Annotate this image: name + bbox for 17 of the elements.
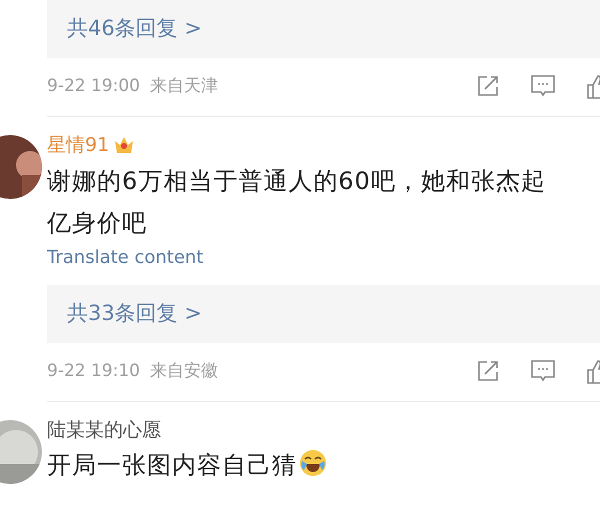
translate-link[interactable]: Translate content (47, 246, 204, 268)
crown-icon (113, 135, 136, 156)
comment-icon[interactable] (530, 358, 556, 382)
share-icon[interactable] (476, 74, 500, 98)
username[interactable]: 星情91 (47, 131, 110, 160)
share-icon[interactable] (476, 358, 500, 382)
comment-text: 开局一张图内容自己猜 (47, 444, 327, 486)
comment-location: 来自安徽 (150, 360, 218, 383)
comment-time: 9-22 19:00 (47, 75, 140, 98)
replies-link[interactable]: 共46条回复 > (67, 13, 202, 45)
replies-link[interactable]: 共33条回复 > (67, 298, 202, 330)
comment-text: 谢娜的6万相当于普通人的60吧，她和张杰起 (47, 166, 546, 196)
comment-time: 9-22 19:10 (47, 360, 140, 383)
comment-text: 亿身价吧 (47, 208, 148, 238)
username[interactable]: 陆某某的心愿 (47, 416, 161, 444)
comment-location: 来自天津 (150, 75, 218, 98)
comment-icon[interactable] (530, 74, 556, 98)
